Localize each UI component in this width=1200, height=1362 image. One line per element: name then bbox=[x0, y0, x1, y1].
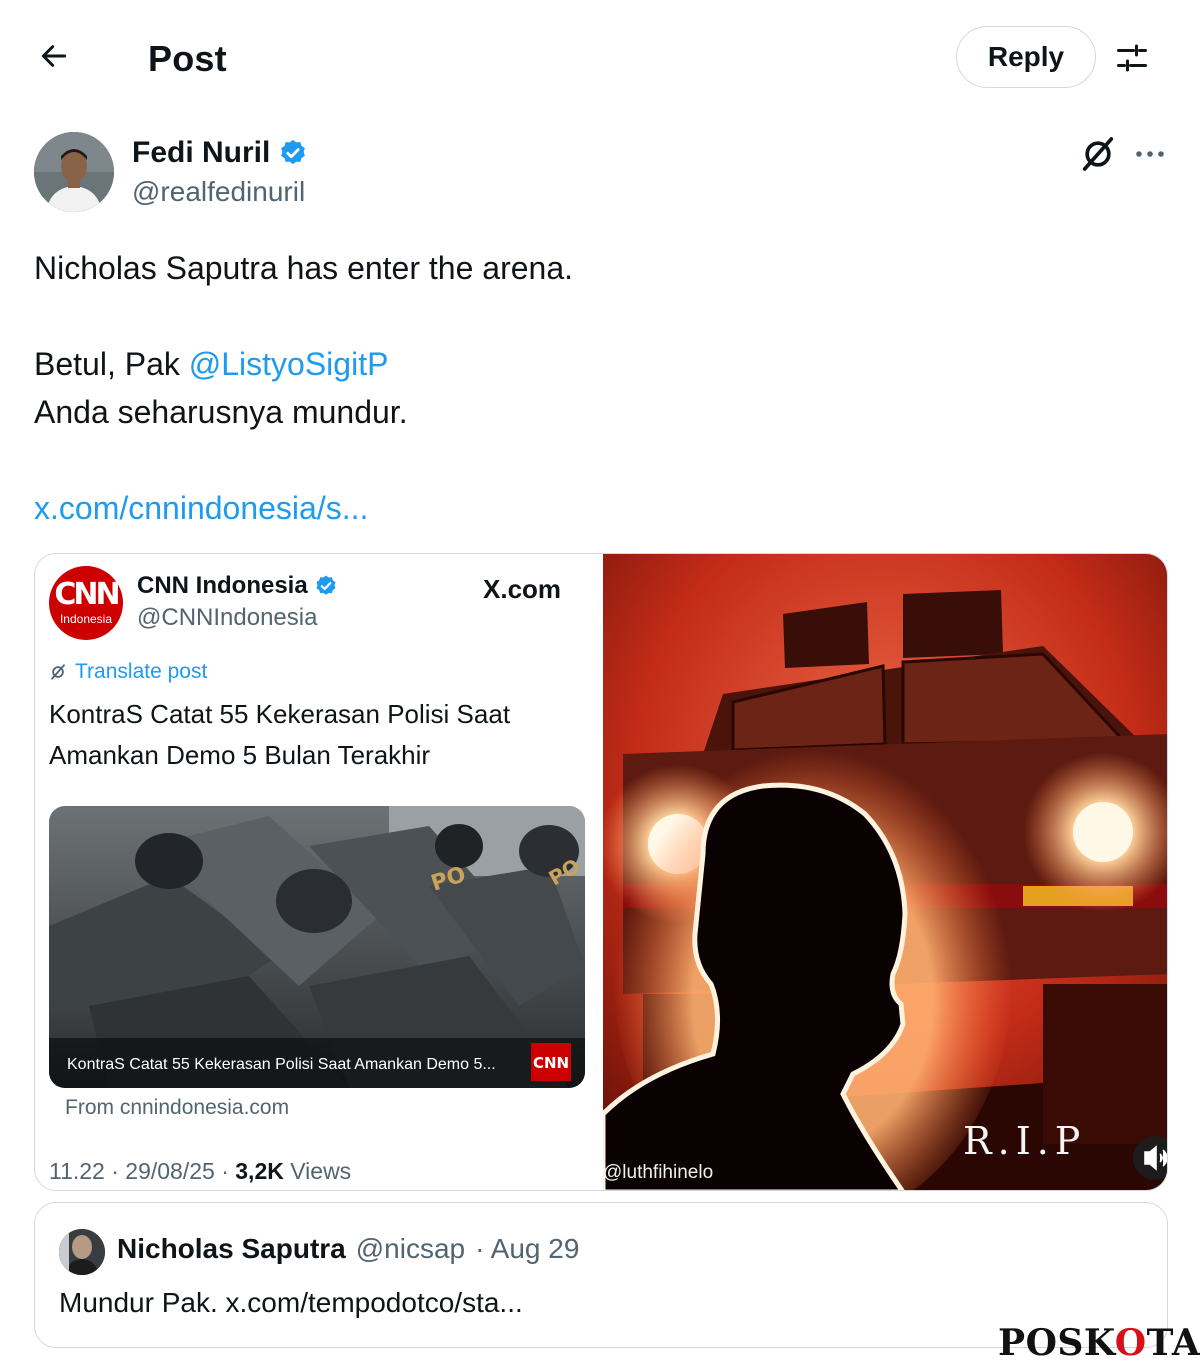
embedded-source-name: CNN Indonesia bbox=[137, 572, 338, 600]
back-arrow-icon bbox=[41, 45, 67, 67]
author-avatar[interactable] bbox=[34, 132, 114, 212]
news-photo-caption: KontraS Catat 55 Kekerasan Polisi Saat A… bbox=[67, 1056, 496, 1073]
cnn-logo: CNN Indonesia bbox=[49, 566, 123, 640]
post-text-line-2: Betul, Pak @ListyoSigitP bbox=[34, 344, 1154, 384]
cnn-logo-subtext: Indonesia bbox=[59, 612, 113, 626]
translate-icon bbox=[51, 664, 65, 680]
back-button[interactable] bbox=[30, 32, 78, 80]
quoted-post-header: Nicholas Saputra @nicsap · Aug 29 bbox=[117, 1233, 579, 1265]
grok-button[interactable] bbox=[1078, 134, 1118, 174]
embedded-post-screenshot[interactable]: CNN Indonesia CNN Indonesia @CNNIndonesi… bbox=[35, 554, 603, 1190]
media-card[interactable]: CNN Indonesia CNN Indonesia @CNNIndonesi… bbox=[34, 553, 1168, 1191]
news-photo: PO PO CNN KontraS Catat 55 Kekerasan Pol… bbox=[49, 806, 585, 1088]
author-name-text: Fedi Nuril bbox=[132, 136, 271, 169]
xcom-label: X.com bbox=[483, 574, 562, 604]
quoted-author-avatar[interactable] bbox=[59, 1229, 105, 1275]
embedded-post-time: 11.22 · 29/08/25 · bbox=[49, 1158, 236, 1184]
translate-post-link: Translate post bbox=[49, 660, 207, 684]
embedded-post-meta: 11.22 · 29/08/25 · 3,2K Views bbox=[49, 1158, 351, 1185]
filter-icon bbox=[1117, 44, 1147, 72]
embedded-source-name-text: CNN Indonesia bbox=[137, 572, 308, 599]
mention-link[interactable]: @ListyoSigitP bbox=[189, 346, 389, 382]
more-icon bbox=[1136, 151, 1164, 157]
verified-badge-icon bbox=[281, 139, 306, 165]
post-author: Fedi Nuril @realfedinuril bbox=[34, 130, 1174, 220]
reply-button[interactable]: Reply bbox=[956, 26, 1096, 88]
rip-illustration[interactable]: R.I.P @luthfihinelo bbox=[603, 554, 1167, 1190]
embedded-headline: KontraS Catat 55 Kekerasan Polisi Saat A… bbox=[49, 699, 511, 770]
post-text-prefix: Betul, Pak bbox=[34, 346, 189, 382]
watermark-part-1: POSK bbox=[998, 1322, 1115, 1362]
rip-text: R.I.P bbox=[963, 1119, 1086, 1163]
quoted-author-name: Nicholas Saputra bbox=[117, 1233, 346, 1264]
cnn-logo-text: CNN bbox=[54, 577, 120, 612]
top-bar: Post Reply bbox=[0, 0, 1200, 118]
filter-button[interactable] bbox=[1108, 34, 1156, 82]
grok-icon bbox=[1082, 137, 1114, 171]
translate-post-label: Translate post bbox=[75, 660, 208, 683]
post-url-link[interactable]: x.com/cnnindonesia/s... bbox=[34, 488, 368, 528]
more-button[interactable] bbox=[1130, 134, 1170, 174]
embedded-post-views-count: 3,2K bbox=[235, 1158, 284, 1184]
quoted-author-handle: @nicsap bbox=[355, 1233, 466, 1264]
post-text-line-3: Anda seharusnya mundur. bbox=[34, 394, 408, 430]
embedded-source-handle: @CNNIndonesia bbox=[137, 604, 318, 631]
author-handle[interactable]: @realfedinuril bbox=[132, 176, 305, 208]
author-name[interactable]: Fedi Nuril bbox=[132, 136, 308, 170]
post-text-line-1: Nicholas Saputra has enter the arena. bbox=[34, 250, 573, 286]
verified-badge-icon bbox=[316, 575, 336, 595]
watermark-part-3: TA bbox=[1146, 1322, 1200, 1362]
page-title: Post bbox=[148, 38, 227, 79]
svg-text:CNN: CNN bbox=[533, 1054, 569, 1072]
quoted-post-date: · Aug 29 bbox=[475, 1233, 580, 1264]
watermark-part-2: O bbox=[1114, 1322, 1147, 1362]
illustration-credit: @luthfihinelo bbox=[603, 1162, 713, 1183]
from-source-label: From cnnindonesia.com bbox=[65, 1096, 290, 1119]
embedded-post-views-label: Views bbox=[283, 1158, 352, 1184]
quoted-post-text: Mundur Pak. x.com/tempodotco/sta... bbox=[59, 1287, 523, 1318]
poskota-watermark: POSKOTA bbox=[998, 1322, 1200, 1362]
